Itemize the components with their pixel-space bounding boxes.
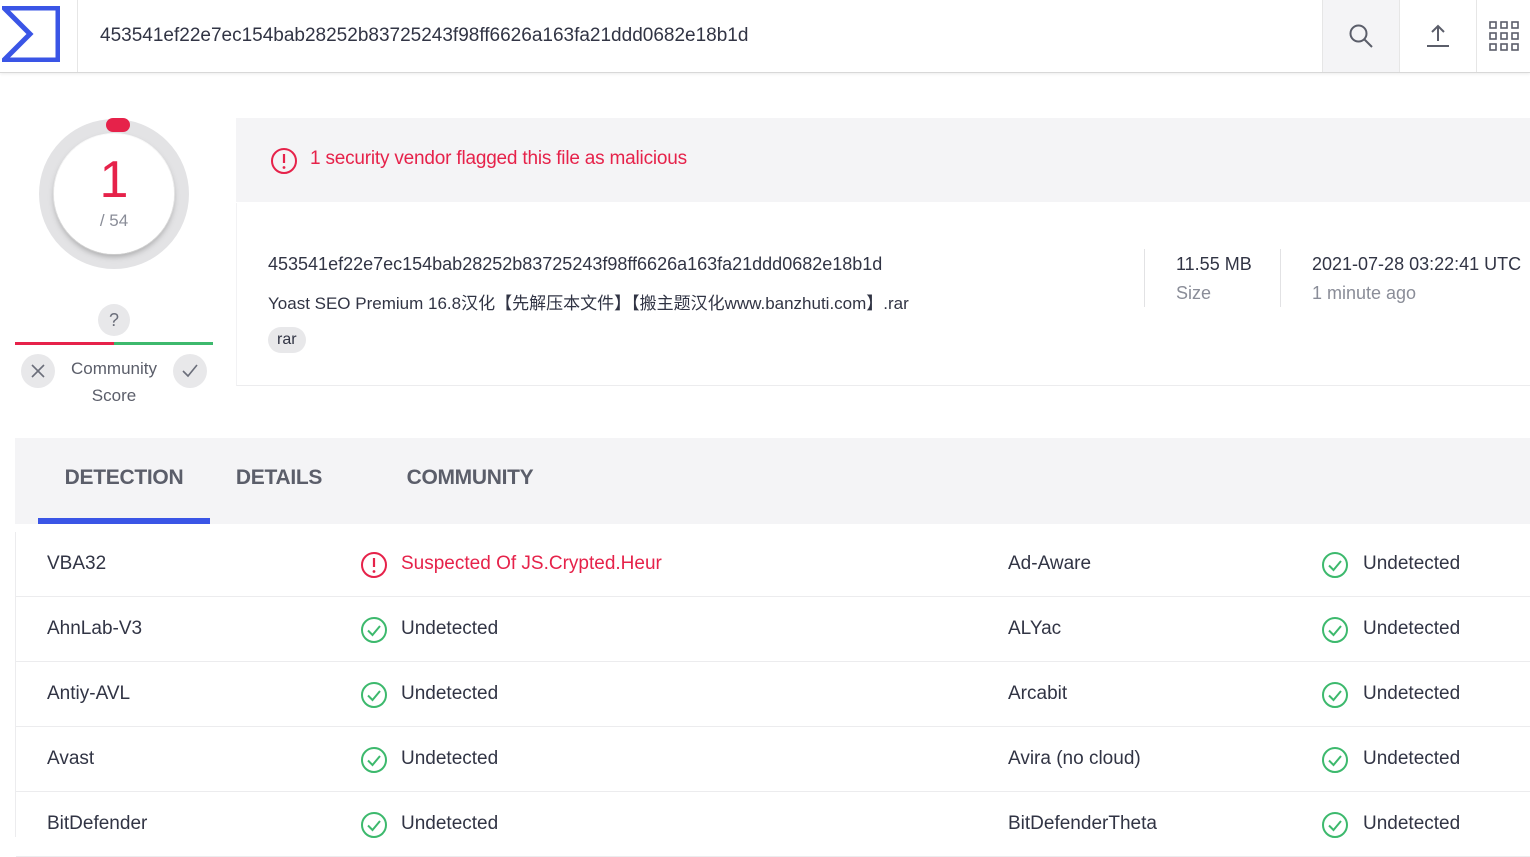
file-size-label: Size: [1176, 283, 1212, 303]
engine-name: BitDefenderTheta: [1008, 813, 1157, 834]
detection-table: VBA32 Suspected Of JS.Crypted.Heur Ad-Aw…: [15, 532, 1530, 857]
alert-circle-icon: [361, 552, 387, 578]
engine-result: Undetected: [1363, 748, 1461, 769]
table-row: BitDefender Undetected BitDefenderTheta …: [16, 792, 1530, 857]
engine-name: Antiy-AVL: [47, 683, 131, 704]
malicious-alert-banner: 1 security vendor flagged this file as m…: [236, 118, 1530, 202]
community-score-label: Community Score: [60, 355, 168, 409]
detection-count: 1: [99, 151, 129, 209]
vote-harmless-button[interactable]: [173, 354, 207, 388]
engine-name: Avira (no cloud): [1008, 748, 1141, 769]
check-circle-icon: [361, 682, 387, 708]
engine-name: Arcabit: [1008, 683, 1068, 704]
engine-result: Undetected: [401, 618, 499, 639]
check-circle-icon: [1322, 682, 1348, 708]
check-circle-icon: [361, 812, 387, 838]
close-icon: [31, 364, 45, 378]
checkmark-icon: [182, 364, 198, 378]
community-label-line1: Community: [71, 359, 157, 378]
analysis-date-relative: 1 minute ago: [1312, 283, 1417, 303]
vote-malicious-button[interactable]: [21, 354, 55, 388]
upload-icon: [1427, 24, 1449, 47]
tab-community[interactable]: COMMUNITY: [380, 438, 560, 524]
info-divider: [1144, 249, 1145, 307]
search-button[interactable]: [1322, 0, 1399, 72]
file-hash[interactable]: 453541ef22e7ec154bab28252b83725243f98ff6…: [268, 254, 882, 275]
engine-name: AhnLab-V3: [47, 618, 143, 639]
file-type-tag[interactable]: rar: [268, 327, 306, 353]
check-circle-icon: [1322, 552, 1348, 578]
alert-message: 1 security vendor flagged this file as m…: [310, 148, 687, 169]
engine-name: Ad-Aware: [1008, 553, 1092, 574]
engine-result: Undetected: [1363, 618, 1461, 639]
upload-button[interactable]: [1399, 0, 1476, 72]
engine-total: / 54: [99, 211, 129, 230]
engine-result: Undetected: [1363, 683, 1461, 704]
file-name: Yoast SEO Premium 16.8汉化【先解压本文件】【搬主题汉化ww…: [268, 294, 909, 313]
engine-name: VBA32: [47, 553, 107, 574]
file-info-panel: 453541ef22e7ec154bab28252b83725243f98ff6…: [236, 203, 1530, 386]
engine-result: Undetected: [401, 683, 499, 704]
check-circle-icon: [361, 747, 387, 773]
alert-circle-icon: [271, 148, 297, 174]
check-circle-icon: [1322, 617, 1348, 643]
table-row: Avast Undetected Avira (no cloud) Undete…: [16, 727, 1530, 792]
table-row: AhnLab-V3 Undetected ALYac Undetected: [16, 597, 1530, 662]
apps-button[interactable]: [1476, 0, 1530, 72]
virustotal-logo[interactable]: [0, 0, 78, 72]
search-input[interactable]: [78, 0, 1322, 72]
community-score-positive-bar: [114, 342, 213, 345]
table-row: Antiy-AVL Undetected Arcabit Undetected: [16, 662, 1530, 727]
info-divider: [1280, 249, 1281, 307]
check-circle-icon: [361, 617, 387, 643]
search-icon: [1349, 24, 1373, 48]
active-tab-indicator: [38, 518, 210, 524]
engine-result: Suspected Of JS.Crypted.Heur: [401, 553, 662, 574]
check-circle-icon: [1322, 812, 1348, 838]
apps-grid-icon: [1489, 21, 1519, 51]
engine-name: ALYac: [1008, 618, 1062, 639]
community-score-negative-bar: [15, 342, 114, 345]
engine-name: BitDefender: [47, 813, 148, 834]
engine-name: Avast: [47, 748, 95, 769]
engine-result: Undetected: [1363, 553, 1461, 574]
engine-result: Undetected: [1363, 813, 1461, 834]
analysis-date-value: 2021-07-28 03:22:41 UTC: [1312, 254, 1522, 274]
community-label-line2: Score: [91, 386, 137, 405]
check-circle-icon: [1322, 747, 1348, 773]
tab-details[interactable]: DETAILS: [210, 438, 348, 524]
engine-result: Undetected: [401, 748, 499, 769]
tab-detection[interactable]: DETECTION: [38, 438, 210, 524]
table-row: VBA32 Suspected Of JS.Crypted.Heur Ad-Aw…: [16, 532, 1530, 597]
community-score-help-icon[interactable]: ?: [98, 304, 130, 336]
engine-result: Undetected: [401, 813, 499, 834]
file-size-value: 11.55 MB: [1176, 254, 1252, 274]
top-bar: [0, 0, 1530, 73]
report-tabs: DETECTION DETAILS COMMUNITY: [15, 438, 1530, 524]
